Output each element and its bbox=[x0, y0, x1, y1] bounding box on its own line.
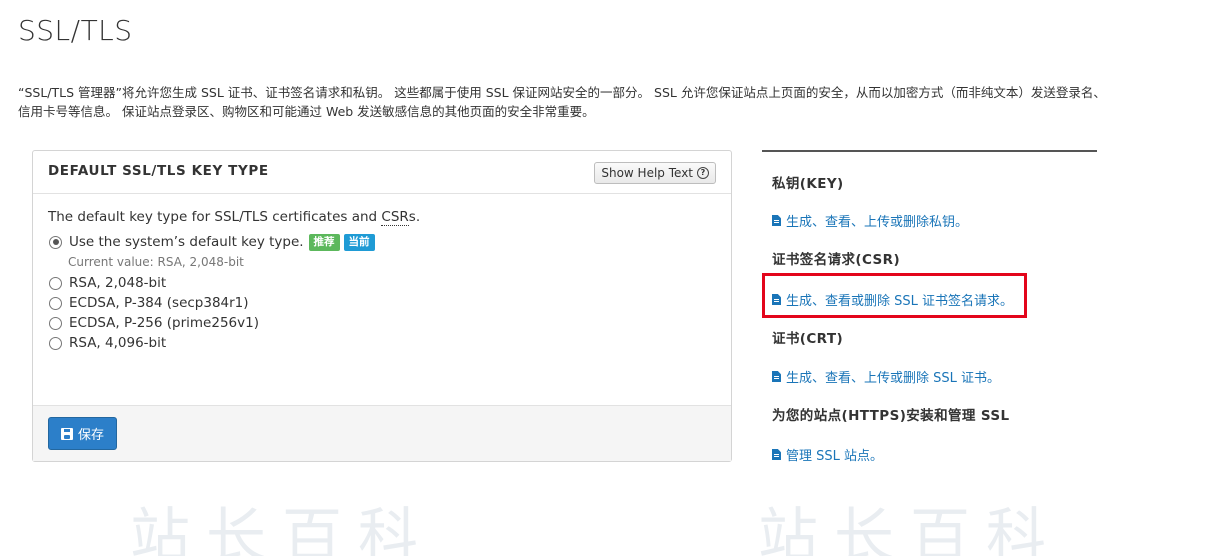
radio-rsa-4096[interactable] bbox=[49, 336, 62, 350]
certificate-link-label: 生成、查看、上传或删除 SSL 证书。 bbox=[786, 371, 1001, 386]
manage-ssl-sites-link[interactable]: 管理 SSL 站点。 bbox=[772, 445, 883, 464]
floppy-disk-icon bbox=[61, 427, 73, 440]
key-type-option-system-default[interactable]: Use the system’s default key type. 推荐 当前 bbox=[48, 232, 716, 252]
radio-rsa-2048[interactable] bbox=[49, 276, 62, 290]
panel-heading: DEFAULT SSL/TLS KEY TYPE bbox=[48, 163, 269, 179]
page-title: SSL/TLS bbox=[18, 14, 133, 47]
radio-ecdsa-p384[interactable] bbox=[49, 296, 62, 310]
private-key-heading: 私钥(KEY) bbox=[772, 176, 844, 192]
key-type-description: The default key type for SSL/TLS certifi… bbox=[48, 209, 716, 226]
install-ssl-heading: 为您的站点(HTTPS)安装和管理 SSL bbox=[772, 408, 1010, 424]
option-label: Use the system’s default key type. bbox=[69, 234, 304, 250]
key-type-option-ecdsa-p384[interactable]: ECDSA, P-384 (secp384r1) bbox=[48, 293, 716, 313]
csr-heading: 证书签名请求(CSR) bbox=[772, 252, 901, 268]
panel-header: DEFAULT SSL/TLS KEY TYPE Show Help Text … bbox=[33, 151, 731, 194]
intro-text: “SSL/TLS 管理器”将允许您生成 SSL 证书、证书签名请求和私钥。 这些… bbox=[18, 85, 1106, 119]
description-suffix: s. bbox=[408, 209, 421, 225]
current-value: Current value: RSA, 2,048-bit bbox=[68, 255, 244, 269]
show-help-text-button[interactable]: Show Help Text ? bbox=[594, 162, 716, 184]
save-button-label: 保存 bbox=[78, 428, 105, 443]
default-key-type-panel: DEFAULT SSL/TLS KEY TYPE Show Help Text … bbox=[32, 150, 732, 462]
recommended-badge: 推荐 bbox=[308, 233, 340, 251]
file-icon bbox=[772, 215, 781, 226]
key-type-option-ecdsa-p256[interactable]: ECDSA, P-256 (prime256v1) bbox=[48, 313, 716, 333]
option-label: ECDSA, P-256 (prime256v1) bbox=[69, 315, 259, 331]
radio-system-default[interactable] bbox=[49, 235, 62, 249]
show-help-text-label: Show Help Text bbox=[601, 166, 693, 180]
option-label: ECDSA, P-384 (secp384r1) bbox=[69, 295, 249, 311]
panel-footer: 保存 bbox=[33, 405, 731, 461]
panel-body: The default key type for SSL/TLS certifi… bbox=[33, 194, 731, 353]
manage-ssl-sites-link-label: 管理 SSL 站点。 bbox=[786, 449, 884, 464]
certificate-heading: 证书(CRT) bbox=[772, 331, 844, 347]
radio-ecdsa-p256[interactable] bbox=[49, 316, 62, 330]
file-icon bbox=[772, 371, 781, 382]
certificate-link[interactable]: 生成、查看、上传或删除 SSL 证书。 bbox=[772, 367, 1000, 386]
option-label: RSA, 2,048-bit bbox=[69, 275, 167, 291]
key-type-option-rsa-2048[interactable]: RSA, 2,048-bit bbox=[48, 273, 716, 293]
private-key-link-label: 生成、查看、上传或删除私钥。 bbox=[786, 215, 969, 230]
key-type-option-rsa-4096[interactable]: RSA, 4,096-bit bbox=[48, 333, 716, 353]
private-key-link[interactable]: 生成、查看、上传或删除私钥。 bbox=[772, 211, 968, 230]
watermark: 站长百科 bbox=[130, 502, 434, 556]
question-circle-icon: ? bbox=[697, 167, 709, 179]
option-label: RSA, 4,096-bit bbox=[69, 335, 167, 351]
current-badge: 当前 bbox=[343, 233, 375, 251]
watermark: 站长百科 bbox=[758, 502, 1062, 556]
csr-abbr: CSR bbox=[381, 209, 409, 226]
save-button[interactable]: 保存 bbox=[48, 417, 118, 450]
description-text: The default key type for SSL/TLS certifi… bbox=[48, 209, 382, 225]
file-icon bbox=[772, 449, 781, 460]
highlight-box bbox=[762, 273, 1027, 318]
